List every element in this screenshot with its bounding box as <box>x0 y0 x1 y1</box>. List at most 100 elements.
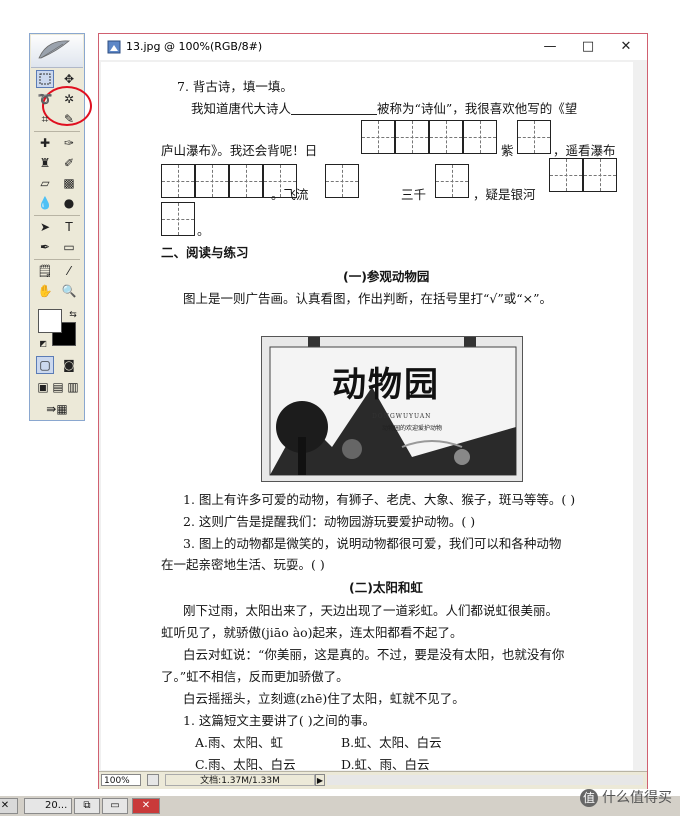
close-button[interactable]: ✕ <box>611 37 641 57</box>
toolbox-header <box>31 35 83 68</box>
move-tool-icon[interactable]: ✥ <box>60 70 78 88</box>
q7-line4: 。 <box>197 223 210 238</box>
taskbar-task-label: 20... <box>45 800 68 811</box>
zoo-poster-image: 动物园 DONGWUYUAN 动物园的欢迎爱护动物 <box>261 336 523 482</box>
path-selection-tool-icon[interactable]: ➤ <box>36 218 54 236</box>
feather-logo-icon <box>38 40 71 59</box>
answer-blank <box>291 102 378 115</box>
toolbox-divider <box>34 259 80 260</box>
crop-tool-icon[interactable]: ⌗ <box>36 110 54 128</box>
passage-line: 白云摇摇头，立刻遮(zhē)住了太阳，虹就不见了。 <box>183 691 465 706</box>
q7-line2-a: 庐山瀑布》。我还会背呢！日 <box>161 143 318 158</box>
swap-colors-icon[interactable]: ⇆ <box>64 306 82 324</box>
taskbar-restore-button[interactable]: ⧉ <box>74 798 100 814</box>
maximize-button[interactable]: □ <box>573 37 603 57</box>
q7-title: 7. 背古诗，填一填。 <box>177 79 293 94</box>
foreground-color-swatch[interactable] <box>38 309 62 333</box>
poster-subtitle: DONGWUYUAN <box>372 413 432 420</box>
writing-grid-box <box>395 120 429 154</box>
eraser-tool-icon[interactable]: ▱ <box>36 174 54 192</box>
default-colors-icon[interactable]: ◩ <box>34 334 52 352</box>
writing-grid-box <box>161 202 195 236</box>
gradient-tool-icon[interactable]: ▩ <box>60 174 78 192</box>
full-screen-mode-icon[interactable]: ▥ <box>64 378 82 396</box>
taskbar-close-button[interactable]: ✕ <box>0 798 18 814</box>
magic-wand-tool-icon[interactable]: ✲ <box>60 90 78 108</box>
passage-line: 刚下过雨，太阳出来了，天边出现了一道彩虹。人们都说虹很美丽。 <box>183 603 559 618</box>
watermark-text: 什么值得买 <box>602 790 672 806</box>
q7-line1-b: 被称为“诗仙”，我很喜欢他写的《望 <box>377 101 578 116</box>
marquee-tool-icon[interactable] <box>36 70 54 88</box>
notes-tool-icon[interactable]: 🗒 <box>36 262 54 280</box>
taskbar-maximize-button[interactable]: ▭ <box>102 798 128 814</box>
dodge-tool-icon[interactable]: ● <box>60 194 78 212</box>
statement-1: 1. 图上有许多可爱的动物，有狮子、老虎、大象、猴子，斑马等等。( ) <box>183 492 576 507</box>
zoom-tool-icon[interactable]: 🔍 <box>60 282 78 300</box>
writing-grid-box <box>429 120 463 154</box>
statement-2: 2. 这则广告是提醒我们：动物园游玩要爱护动物。( ) <box>183 514 476 529</box>
blur-tool-icon[interactable]: 💧 <box>36 194 54 212</box>
history-brush-tool-icon[interactable]: ✐ <box>60 154 78 172</box>
document-window: 13.jpg @ 100%(RGB/8#) — □ ✕ 7. 背古诗，填一填。 … <box>98 33 648 789</box>
poster-note: 动物园的欢迎爱护动物 <box>382 425 443 432</box>
writing-grid-box <box>325 164 359 198</box>
watermark-logo-icon: 值 <box>580 789 598 807</box>
q7-line2-b: 紫 <box>501 143 514 158</box>
option-a: A.雨、太阳、虹 <box>195 735 284 750</box>
option-c: C.雨、太阳、白云 <box>195 757 296 770</box>
passage-line: 了。”虹不相信，反而更加骄傲了。 <box>161 669 349 684</box>
type-tool-icon[interactable]: T <box>60 218 78 236</box>
standard-mode-icon[interactable]: ▢ <box>36 356 54 374</box>
image-file-icon <box>107 40 121 54</box>
passage-line: 白云对虹说：“你美丽，这是真的。不过，要是没有太阳，也就没有你 <box>183 647 565 662</box>
lasso-tool-icon[interactable]: ➰ <box>36 90 54 108</box>
image-canvas[interactable]: 7. 背古诗，填一填。 我知道唐代大诗人 被称为“诗仙”，我很喜欢他写的《望 庐山… <box>101 62 633 770</box>
writing-grid-box <box>361 120 395 154</box>
instruction-text: 图上是一则广告画。认真看图，作出判断，在括号里打“√”或“×”。 <box>183 291 553 306</box>
passage-line: 虹听见了，就骄傲(jiāo ào)起来，连太阳都看不起了。 <box>161 625 463 640</box>
horizontal-scrollbar[interactable] <box>327 775 643 785</box>
writing-grid-box <box>463 120 497 154</box>
eyedropper-tool-icon[interactable]: ⁄ <box>60 262 78 280</box>
status-menu-arrow-icon[interactable]: ▶ <box>315 774 325 786</box>
slice-tool-icon[interactable]: ✎ <box>60 110 78 128</box>
brush-tool-icon[interactable]: ✑ <box>60 134 78 152</box>
poster-title: 动物园 <box>332 365 440 405</box>
status-info-icon[interactable] <box>147 774 159 786</box>
jump-to-imageready-icon[interactable]: ⇛▦ <box>38 400 76 418</box>
hand-tool-icon[interactable]: ✋ <box>36 282 54 300</box>
status-bar: 100% 文档:1.37M/1.33M ▶ <box>99 771 647 789</box>
section-heading: 二、阅读与练习 <box>161 245 249 260</box>
writing-grid-box <box>161 164 195 198</box>
toolbox-divider <box>34 215 80 216</box>
taskbar-photoshop-task[interactable]: 20... <box>24 798 72 814</box>
subsection-heading: (二)太阳和虹 <box>349 580 423 595</box>
pen-tool-icon[interactable]: ✒ <box>36 238 54 256</box>
writing-grid-box <box>583 158 617 192</box>
shape-tool-icon[interactable]: ▭ <box>60 238 78 256</box>
document-size-readout: 文档:1.37M/1.33M <box>165 774 315 786</box>
statement-3-line1: 3. 图上的动物都是微笑的，说明动物都很可爱，我们可以和各种动物 <box>183 536 562 551</box>
question-1: 1. 这篇短文主要讲了( )之间的事。 <box>183 713 376 728</box>
q7-line3-a: 。飞流 <box>271 187 309 202</box>
q7-line1-a: 我知道唐代大诗人 <box>191 101 292 116</box>
writing-grid-box <box>229 164 263 198</box>
option-b: B.虹、太阳、白云 <box>341 735 442 750</box>
zoom-field[interactable]: 100% <box>101 774 141 786</box>
writing-grid-box <box>549 158 583 192</box>
healing-brush-tool-icon[interactable]: ✚ <box>36 134 54 152</box>
taskbar-close-icon[interactable]: ✕ <box>132 798 160 814</box>
document-titlebar: 13.jpg @ 100%(RGB/8#) — □ ✕ <box>99 34 647 60</box>
q7-line1: 我知道唐代大诗人 被称为“诗仙”，我很喜欢他写的《望 <box>191 98 577 117</box>
writing-grid-box <box>435 164 469 198</box>
writing-grid-box <box>195 164 229 198</box>
q7-line2-c: ，遥看瀑布 <box>553 143 616 158</box>
document-title: 13.jpg @ 100%(RGB/8#) <box>126 40 263 53</box>
q7-line3-b: 三千 <box>401 187 427 202</box>
clone-stamp-tool-icon[interactable]: ♜ <box>36 154 54 172</box>
vertical-scrollbar[interactable] <box>633 62 647 770</box>
quick-mask-mode-icon[interactable]: ◙ <box>60 356 78 374</box>
toolbox-panel: ✥ ➰ ✲ ⌗ ✎ ✚ ✑ ♜ ✐ ▱ ▩ 💧 ● ➤ T ✒ ▭ 🗒 ⁄ ✋ … <box>29 33 92 421</box>
minimize-button[interactable]: — <box>535 37 565 57</box>
statement-3-line2: 在一起亲密地生活、玩耍。( ) <box>161 557 325 572</box>
